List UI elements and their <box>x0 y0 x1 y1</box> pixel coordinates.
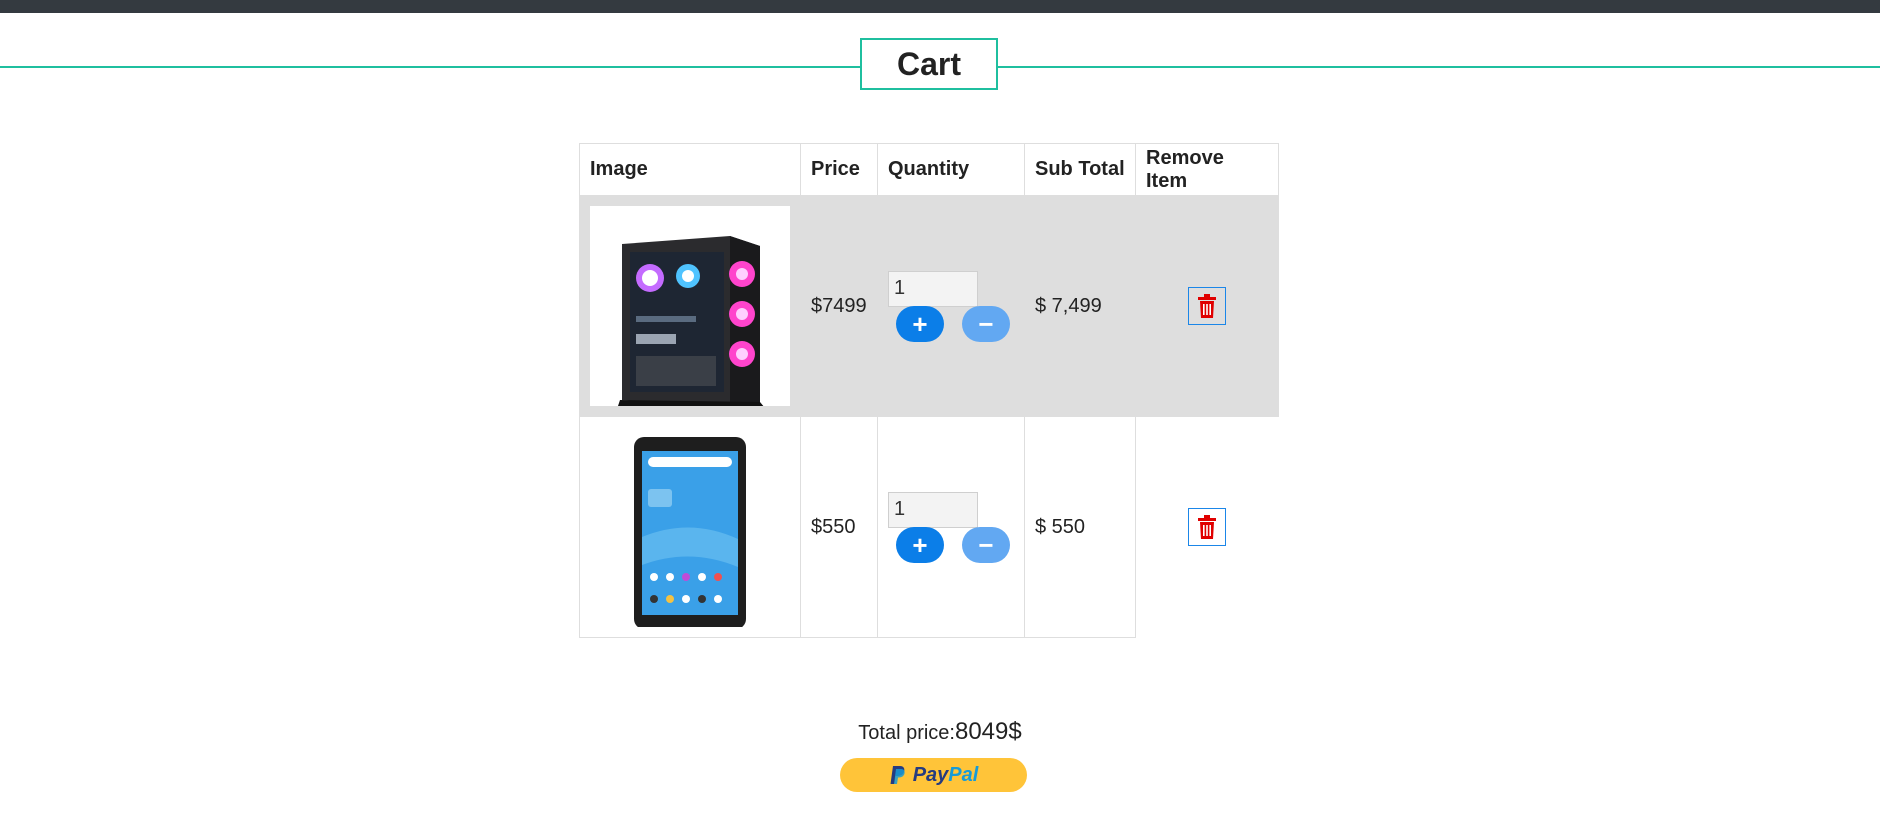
quantity-input[interactable] <box>888 270 978 307</box>
subtotal-cell: $ 550 <box>1024 416 1136 638</box>
table-row: $550 + − $ 550 <box>579 416 1279 638</box>
header-remove-item: Remove Item <box>1135 143 1279 196</box>
total-price-amount: 8049$ <box>954 718 1022 745</box>
product-image-tablet[interactable] <box>590 427 790 629</box>
quantity-cell: + − <box>877 416 1025 638</box>
table-header-row: Image Price Quantity Sub Total Remove It… <box>579 143 1279 196</box>
total-price: Total price:8049$ <box>0 718 1880 746</box>
product-image-pc-tower[interactable] <box>590 206 790 408</box>
subtotal-cell: $ 7,499 <box>1024 195 1136 417</box>
header-image: Image <box>579 143 801 196</box>
paypal-button[interactable]: Pay Pal <box>840 758 1027 792</box>
header-subtotal: Sub Total <box>1024 143 1136 196</box>
header-quantity: Quantity <box>877 143 1025 196</box>
cart-table: Image Price Quantity Sub Total Remove It… <box>579 143 1279 638</box>
total-price-label: Total price: <box>858 722 955 744</box>
increase-quantity-button[interactable]: + <box>896 305 944 342</box>
decrease-quantity-button[interactable]: − <box>962 526 1010 563</box>
quantity-cell: + − <box>877 195 1025 417</box>
table-row: $7499 + − $ 7,499 <box>579 195 1279 417</box>
product-image-cell <box>579 416 801 638</box>
quantity-buttons: + − <box>896 305 1014 342</box>
trash-icon <box>1198 515 1217 539</box>
decrease-quantity-button[interactable]: − <box>962 305 1010 342</box>
quantity-buttons: + − <box>896 526 1014 563</box>
product-image-cell <box>579 195 801 417</box>
price-cell: $550 <box>800 416 878 638</box>
increase-quantity-button[interactable]: + <box>896 526 944 563</box>
remove-cell <box>1135 195 1279 417</box>
page-title: Cart <box>860 38 998 90</box>
remove-item-button[interactable] <box>1188 508 1227 546</box>
remove-item-button[interactable] <box>1188 287 1227 326</box>
top-navbar <box>0 0 1880 13</box>
price-cell: $7499 <box>800 195 878 417</box>
remove-cell <box>1136 417 1279 638</box>
header-price: Price <box>800 143 878 196</box>
paypal-logo-icon <box>890 766 905 784</box>
trash-icon <box>1198 294 1217 319</box>
paypal-text-pay: Pay <box>912 763 949 786</box>
paypal-text-pal: Pal <box>948 763 979 786</box>
quantity-input[interactable] <box>888 491 978 528</box>
